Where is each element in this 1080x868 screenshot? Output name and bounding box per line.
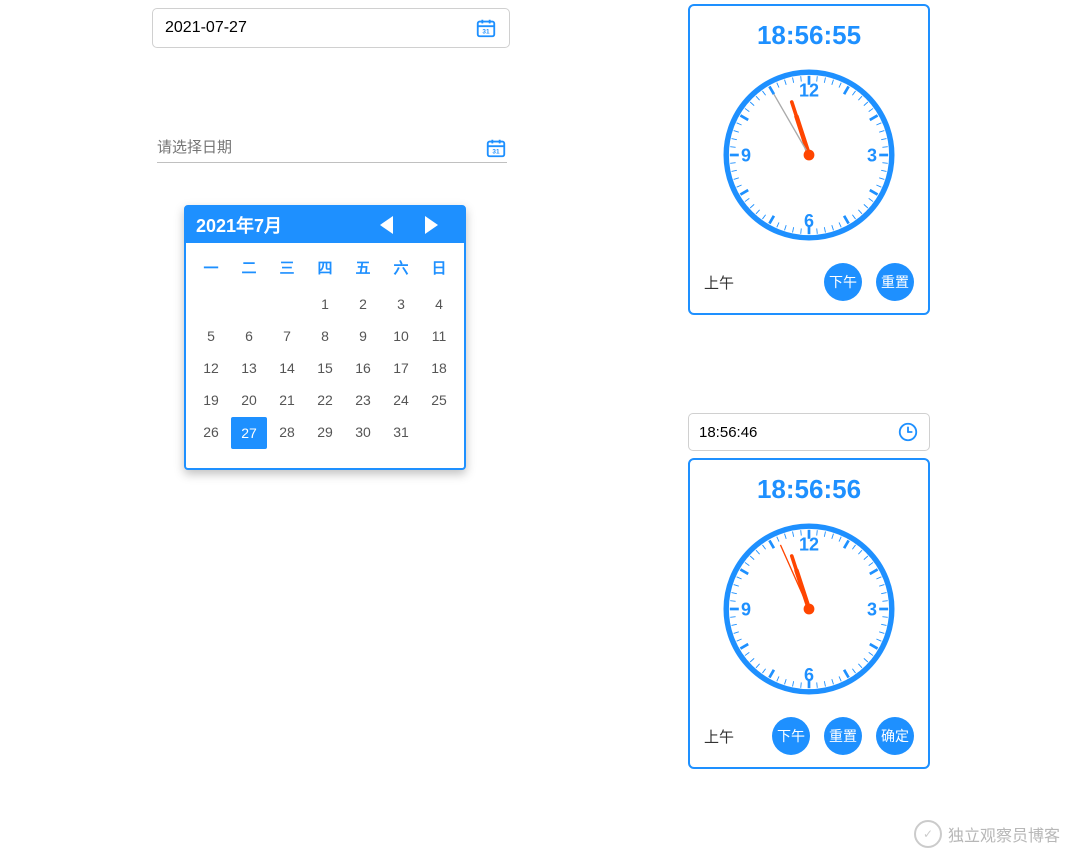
calendar-day[interactable]: 27	[231, 417, 267, 449]
calendar-dow: 日	[420, 251, 458, 288]
calendar-day[interactable]: 25	[420, 384, 458, 416]
reset-button[interactable]: 重置	[876, 263, 914, 301]
am-label[interactable]: 上午	[704, 272, 734, 293]
calendar-day[interactable]: 3	[382, 288, 420, 320]
svg-text:3: 3	[867, 599, 877, 619]
calendar-title: 2021年7月	[196, 212, 364, 238]
clock-2-controls: 上午 下午 重置 确定	[690, 717, 928, 755]
date-input-1-container: 31	[152, 8, 510, 48]
calendar-blank	[268, 288, 306, 320]
clock-2-time-text: 18:56:56	[690, 474, 928, 505]
svg-text:12: 12	[799, 81, 819, 101]
svg-text:31: 31	[482, 29, 490, 36]
clock-1-controls: 上午 下午 重置	[690, 263, 928, 301]
ok-button[interactable]: 确定	[876, 717, 914, 755]
pm-button[interactable]: 下午	[772, 717, 810, 755]
next-month-button[interactable]	[425, 216, 438, 234]
calendar-day[interactable]: 18	[420, 352, 458, 384]
calendar-icon[interactable]: 31	[485, 137, 507, 159]
watermark: ✓ 独立观察员博客	[914, 820, 1060, 848]
calendar-day[interactable]: 24	[382, 384, 420, 416]
date-input-1[interactable]	[165, 19, 425, 37]
calendar-dow: 一	[192, 251, 230, 288]
calendar-day[interactable]: 5	[192, 320, 230, 352]
calendar-day[interactable]: 12	[192, 352, 230, 384]
calendar-dow: 六	[382, 251, 420, 288]
clock-2-minute-hand	[792, 556, 809, 609]
calendar-day[interactable]: 21	[268, 384, 306, 416]
date-input-2[interactable]	[157, 135, 437, 160]
calendar-day[interactable]: 20	[230, 384, 268, 416]
calendar-popup: 2021年7月 一二三四五六日1234567891011121314151617…	[184, 205, 466, 470]
calendar-day[interactable]: 22	[306, 384, 344, 416]
calendar-dow: 三	[268, 251, 306, 288]
svg-text:9: 9	[741, 599, 751, 619]
calendar-day[interactable]: 4	[420, 288, 458, 320]
watermark-text: 独立观察员博客	[948, 822, 1060, 846]
calendar-day[interactable]: 8	[306, 320, 344, 352]
svg-text:6: 6	[804, 665, 814, 685]
clock-panel-1: 18:56:55 12 3 6 9 上午 下午 重置	[688, 4, 930, 315]
calendar-day[interactable]: 2	[344, 288, 382, 320]
calendar-icon[interactable]: 31	[475, 17, 497, 39]
am-label[interactable]: 上午	[704, 726, 734, 747]
clock-1-time-text: 18:56:55	[690, 20, 928, 51]
svg-text:12: 12	[799, 535, 819, 555]
clock-1-face[interactable]: 12 3 6 9	[719, 65, 899, 245]
svg-text:6: 6	[804, 211, 814, 231]
clock-icon[interactable]	[897, 421, 919, 443]
calendar-day[interactable]: 28	[268, 416, 306, 450]
calendar-day[interactable]: 7	[268, 320, 306, 352]
calendar-day[interactable]: 31	[382, 416, 420, 450]
pm-button[interactable]: 下午	[824, 263, 862, 301]
calendar-day[interactable]: 1	[306, 288, 344, 320]
calendar-dow: 五	[344, 251, 382, 288]
wechat-icon: ✓	[914, 820, 942, 848]
calendar-day[interactable]: 23	[344, 384, 382, 416]
reset-button[interactable]: 重置	[824, 717, 862, 755]
calendar-dow: 四	[306, 251, 344, 288]
svg-text:3: 3	[867, 145, 877, 165]
clock-panel-2: 18:56:56 12 3 6 9 上午 下午 重置 确定	[688, 458, 930, 769]
time-input[interactable]	[699, 424, 879, 441]
svg-text:31: 31	[492, 148, 500, 155]
calendar-day[interactable]: 30	[344, 416, 382, 450]
date-input-2-container: 31	[157, 135, 507, 163]
calendar-day[interactable]: 13	[230, 352, 268, 384]
prev-month-button[interactable]	[380, 216, 393, 234]
calendar-day[interactable]: 9	[344, 320, 382, 352]
calendar-blank	[230, 288, 268, 320]
calendar-blank	[192, 288, 230, 320]
calendar-day[interactable]: 16	[344, 352, 382, 384]
calendar-day[interactable]: 26	[192, 416, 230, 450]
calendar-day[interactable]: 6	[230, 320, 268, 352]
calendar-day[interactable]: 11	[420, 320, 458, 352]
calendar-header: 2021年7月	[186, 207, 464, 243]
calendar-day[interactable]: 10	[382, 320, 420, 352]
calendar-grid: 一二三四五六日123456789101112131415161718192021…	[186, 243, 464, 468]
calendar-day[interactable]: 17	[382, 352, 420, 384]
svg-text:9: 9	[741, 145, 751, 165]
calendar-day[interactable]: 19	[192, 384, 230, 416]
time-input-container	[688, 413, 930, 451]
calendar-day[interactable]: 14	[268, 352, 306, 384]
calendar-day[interactable]: 15	[306, 352, 344, 384]
calendar-day[interactable]: 29	[306, 416, 344, 450]
clock-2-face[interactable]: 12 3 6 9	[719, 519, 899, 699]
calendar-dow: 二	[230, 251, 268, 288]
